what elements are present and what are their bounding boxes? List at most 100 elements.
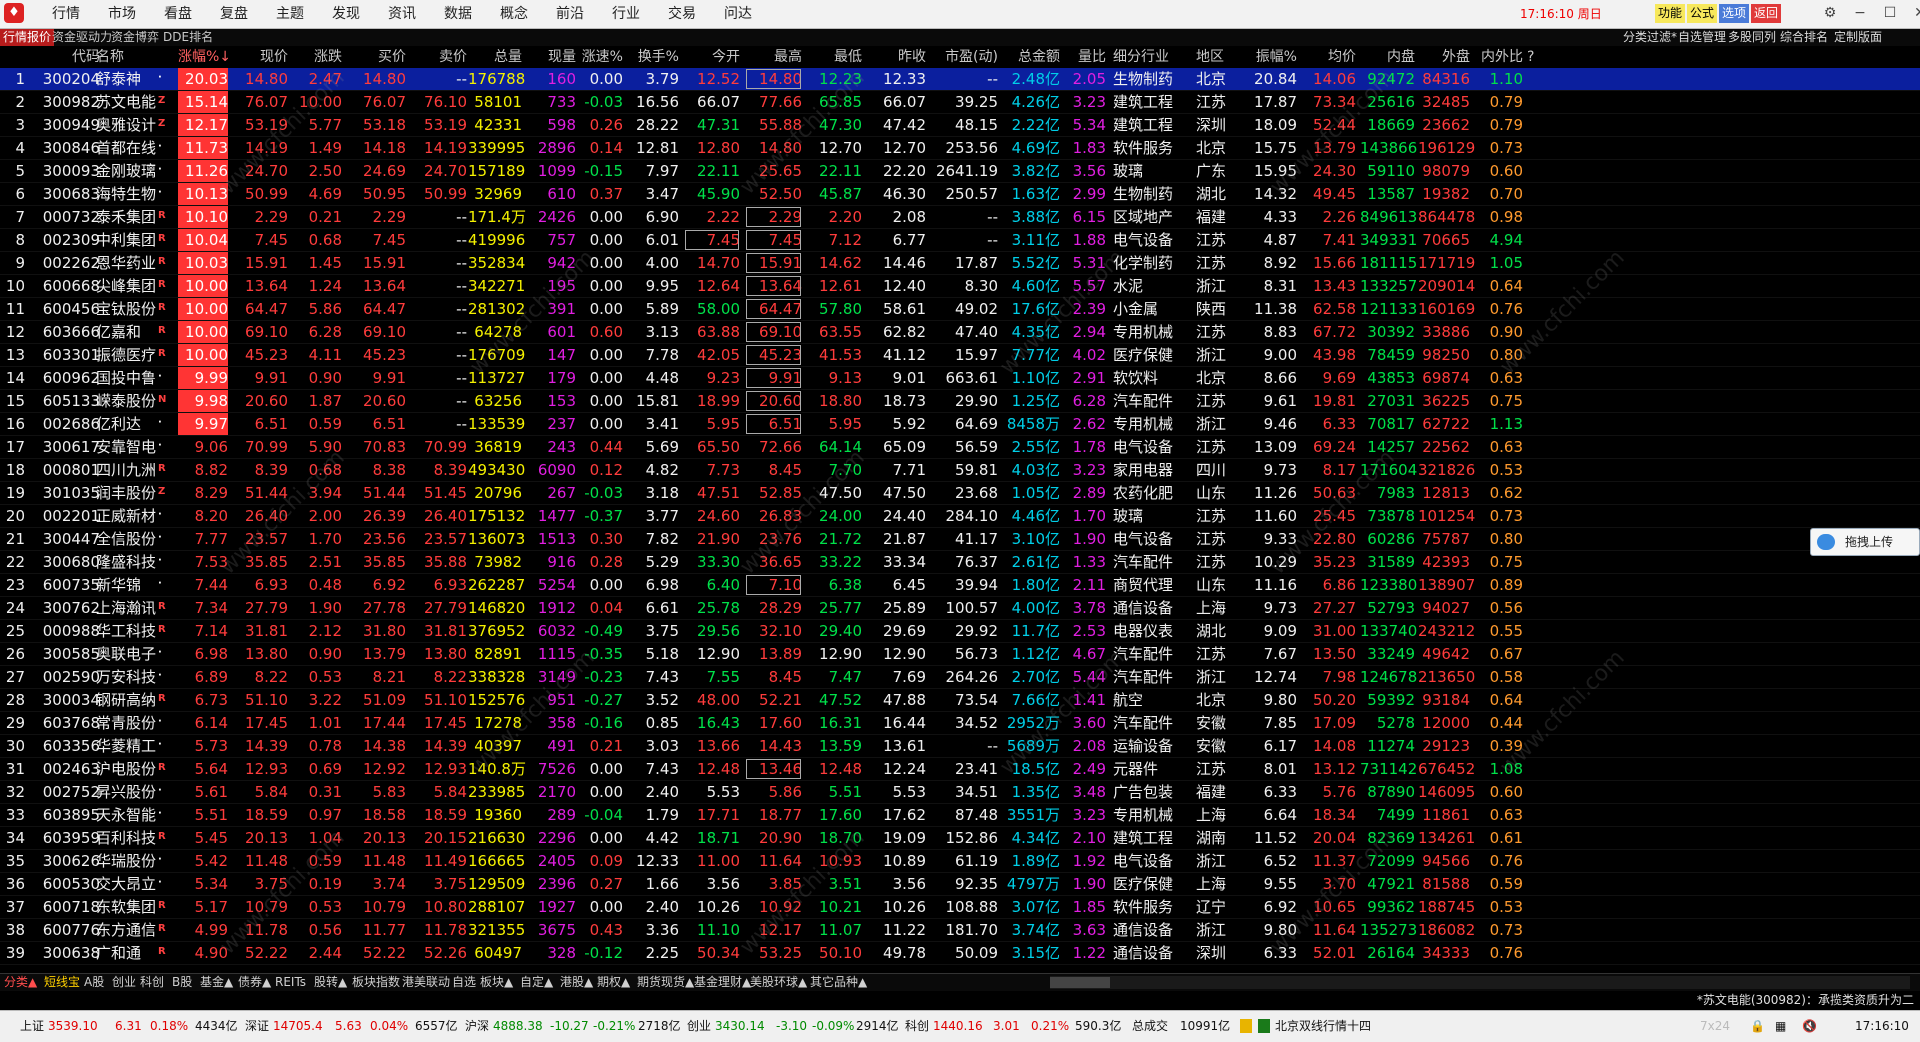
market-tab[interactable]: 自定▲ bbox=[518, 974, 555, 991]
cell-1[interactable]: 300093 bbox=[40, 160, 100, 182]
table-row[interactable]: 26 300585 奥联电子 · 6.98 13.80 0.90 13.79 13.80 8289… bbox=[0, 643, 1920, 666]
top-button[interactable]: 返回 bbox=[1751, 4, 1782, 23]
market-tab[interactable]: 债券▲ bbox=[236, 974, 273, 991]
hs-label[interactable]: 沪深 bbox=[465, 1011, 489, 1042]
table-row[interactable]: 18 000801 四川九洲 R 8.82 8.39 0.68 8.38 8.39 493430 6… bbox=[0, 459, 1920, 482]
table-row[interactable]: 6 300683 海特生物 · 10.13 50.99 4.69 50.95 50.99 3296… bbox=[0, 183, 1920, 206]
cell-0[interactable]: 21 bbox=[5, 528, 25, 550]
market-tab[interactable]: 期货现货▲ bbox=[635, 974, 696, 991]
market-tab[interactable]: 股转▲ bbox=[312, 974, 349, 991]
table-row[interactable]: 27 002590 万安科技 · 6.89 8.22 0.53 8.21 8.22 338328 3… bbox=[0, 666, 1920, 689]
column-header[interactable]: 均价 bbox=[1300, 46, 1356, 68]
menu-item[interactable]: 市场 bbox=[94, 0, 150, 28]
right-tab-1[interactable]: 自选管理 bbox=[1676, 29, 1728, 46]
column-header[interactable] bbox=[158, 46, 168, 68]
cell-0[interactable]: 16 bbox=[5, 413, 25, 435]
tab-1[interactable]: 资金驱动力 bbox=[49, 29, 115, 46]
cell-2[interactable]: 尖峰集团 bbox=[96, 275, 156, 297]
table-row[interactable]: 33 603895 天永智能 · 5.51 18.59 0.97 18.58 18.59 1936… bbox=[0, 804, 1920, 827]
column-header[interactable]: 最高 bbox=[745, 46, 802, 68]
news-text[interactable]: *苏文电能(300982)：承揽类资质升为二 bbox=[1697, 991, 1914, 1009]
table-row[interactable]: 12 603666 亿嘉和 R 10.00 69.10 6.28 69.10 -- 64278 60… bbox=[0, 321, 1920, 344]
cell-0[interactable]: 18 bbox=[5, 459, 25, 481]
cell-1[interactable]: 301035 bbox=[40, 482, 100, 504]
cell-2[interactable]: 东方通信 bbox=[96, 919, 156, 941]
column-header[interactable]: 代码 bbox=[40, 46, 100, 68]
cell-1[interactable]: 603666 bbox=[40, 321, 100, 343]
right-tab-0[interactable]: 分类过滤* bbox=[1621, 29, 1679, 46]
cell-0[interactable]: 9 bbox=[5, 252, 25, 274]
cell-0[interactable]: 25 bbox=[5, 620, 25, 642]
cell-1[interactable]: 600962 bbox=[40, 367, 100, 389]
chart-icon[interactable]: ▦ bbox=[1775, 1011, 1786, 1042]
cell-1[interactable]: 300034 bbox=[40, 689, 100, 711]
menu-item[interactable]: 数据 bbox=[430, 0, 486, 28]
table-row[interactable]: 22 300680 隆盛科技 · 7.53 35.85 2.51 35.85 35.88 7398… bbox=[0, 551, 1920, 574]
cell-0[interactable]: 15 bbox=[5, 390, 25, 412]
right-tab-4[interactable]: 定制版面 bbox=[1832, 29, 1884, 46]
column-header[interactable]: 昨收 bbox=[866, 46, 926, 68]
column-header[interactable]: 名称 bbox=[96, 46, 156, 68]
table-row[interactable]: 32 002752 昇兴股份 · 5.61 5.84 0.31 5.83 5.84 233985 2… bbox=[0, 781, 1920, 804]
table-row[interactable]: 20 002201 正威新材 · 8.20 26.40 2.00 26.39 26.40 1751… bbox=[0, 505, 1920, 528]
cell-2[interactable]: 泰禾集团 bbox=[96, 206, 156, 228]
cell-2[interactable]: 亿利达 bbox=[96, 413, 156, 435]
menu-item[interactable]: 发现 bbox=[318, 0, 374, 28]
table-row[interactable]: 39 300638 广和通 R 4.90 52.22 2.44 52.22 52.26 60497… bbox=[0, 942, 1920, 965]
market-tab[interactable]: REITs bbox=[273, 974, 308, 991]
cell-2[interactable]: 全信股份 bbox=[96, 528, 156, 550]
cell-1[interactable]: 300585 bbox=[40, 643, 100, 665]
table-row[interactable]: 28 300034 钢研高纳 R 6.73 51.10 3.22 51.09 51.10 1525… bbox=[0, 689, 1920, 712]
cell-1[interactable]: 603959 bbox=[40, 827, 100, 849]
market-tab[interactable]: 美股环球▲ bbox=[748, 974, 809, 991]
market-tab[interactable]: 期权▲ bbox=[595, 974, 632, 991]
menu-item[interactable]: 行情 bbox=[38, 0, 94, 28]
cell-2[interactable]: 华工科技 bbox=[96, 620, 156, 642]
column-header[interactable]: 涨跌 bbox=[290, 46, 342, 68]
cell-0[interactable]: 33 bbox=[5, 804, 25, 826]
cell-0[interactable]: 31 bbox=[5, 758, 25, 780]
menu-item[interactable]: 问达 bbox=[710, 0, 766, 28]
table-row[interactable]: 31 002463 沪电股份 R 5.64 12.93 0.69 12.92 12.93 140.… bbox=[0, 758, 1920, 781]
cell-2[interactable]: 隆盛科技 bbox=[96, 551, 156, 573]
table-row[interactable]: 9 002262 恩华药业 R 10.03 15.91 1.45 15.91 -- 352834 9… bbox=[0, 252, 1920, 275]
cell-0[interactable]: 29 bbox=[5, 712, 25, 734]
table-row[interactable]: 15 605133 嵘泰股份 N 9.98 20.60 1.87 20.60 -- 63256 15… bbox=[0, 390, 1920, 413]
cell-2[interactable]: 新华锦 bbox=[96, 574, 156, 596]
column-header[interactable]: 现价 bbox=[233, 46, 288, 68]
market-tab[interactable]: 港美联动 bbox=[400, 974, 452, 991]
cell-1[interactable]: 002463 bbox=[40, 758, 100, 780]
cell-0[interactable]: 13 bbox=[5, 344, 25, 366]
cell-0[interactable]: 37 bbox=[5, 896, 25, 918]
cell-2[interactable]: 东软集团 bbox=[96, 896, 156, 918]
cell-1[interactable]: 600776 bbox=[40, 919, 100, 941]
column-header[interactable]: 市盈(动) bbox=[928, 46, 998, 68]
column-header[interactable]: 涨速% bbox=[575, 46, 623, 68]
market-tab[interactable]: 基金▲ bbox=[198, 974, 235, 991]
cell-1[interactable]: 000988 bbox=[40, 620, 100, 642]
cell-1[interactable]: 600530 bbox=[40, 873, 100, 895]
cell-2[interactable]: 亿嘉和 bbox=[96, 321, 156, 343]
top-button[interactable]: 选项 bbox=[1719, 4, 1750, 23]
market-tab[interactable]: 基金理财▲ bbox=[692, 974, 753, 991]
cell-0[interactable]: 12 bbox=[5, 321, 25, 343]
table-row[interactable]: 3 300949 奥雅设计 Z 12.17 53.19 5.77 53.18 53.19 4233… bbox=[0, 114, 1920, 137]
top-button[interactable]: 功能 bbox=[1655, 4, 1686, 23]
cell-0[interactable]: 11 bbox=[5, 298, 25, 320]
cell-0[interactable]: 38 bbox=[5, 919, 25, 941]
cell-0[interactable]: 8 bbox=[5, 229, 25, 251]
cell-1[interactable]: 002752 bbox=[40, 781, 100, 803]
market-tab[interactable]: 自选 bbox=[450, 974, 478, 991]
cell-2[interactable]: 首都在线 bbox=[96, 137, 156, 159]
cell-1[interactable]: 300949 bbox=[40, 114, 100, 136]
cell-0[interactable]: 34 bbox=[5, 827, 25, 849]
maximize-icon[interactable]: ☐ bbox=[1880, 2, 1900, 24]
cell-0[interactable]: 10 bbox=[5, 275, 25, 297]
cell-2[interactable]: 国投中鲁 bbox=[96, 367, 156, 389]
cell-2[interactable]: 天永智能 bbox=[96, 804, 156, 826]
minimize-icon[interactable]: − bbox=[1850, 2, 1870, 24]
column-header[interactable]: 量比 bbox=[1064, 46, 1106, 68]
cell-2[interactable]: 振德医疗 bbox=[96, 344, 156, 366]
cell-1[interactable]: 603768 bbox=[40, 712, 100, 734]
cell-1[interactable]: 300762 bbox=[40, 597, 100, 619]
